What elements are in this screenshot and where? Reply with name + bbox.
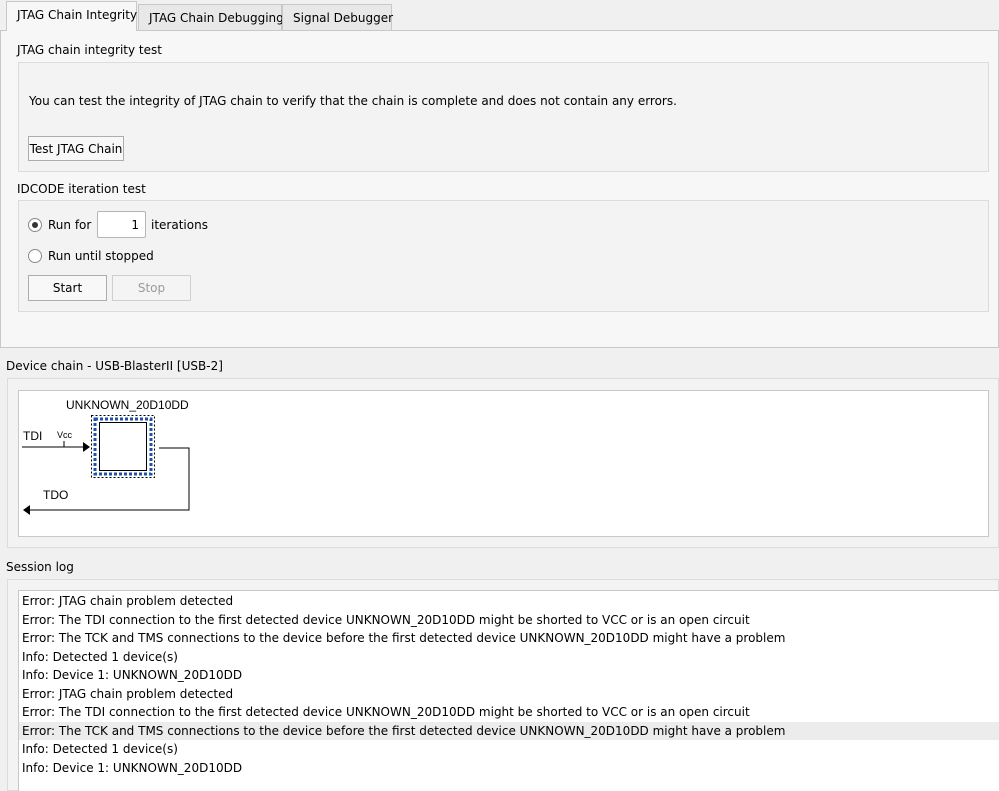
log-line[interactable]: Info: Detected 1 device(s) <box>19 740 999 759</box>
run-for-label: Run for <box>48 218 92 232</box>
log-line[interactable]: Info: Detected 1 device(s) <box>19 648 999 667</box>
session-log-list[interactable]: Error: JTAG chain problem detected Error:… <box>18 590 999 791</box>
tab-jtag-chain-integrity[interactable]: JTAG Chain Integrity <box>6 1 137 31</box>
tab-signal-debugger[interactable]: Signal Debugger <box>282 4 393 31</box>
idcode-section-title: IDCODE iteration test <box>17 182 146 196</box>
log-line[interactable]: Info: Device 1: UNKNOWN_20D10DD <box>19 759 999 778</box>
log-line[interactable]: Error: The TCK and TMS connections to th… <box>19 629 999 648</box>
chain-diagram <box>22 415 190 515</box>
run-until-stopped-label: Run until stopped <box>48 249 154 263</box>
tdi-arrow-icon <box>83 442 90 452</box>
start-button[interactable]: Start <box>28 275 107 301</box>
integrity-section-title: JTAG chain integrity test <box>17 43 162 57</box>
integrity-group <box>18 62 989 172</box>
device-chain-title: Device chain - USB-BlasterII [USB-2] <box>6 359 223 373</box>
tab-jtag-chain-debugging[interactable]: JTAG Chain Debugging <box>138 4 284 31</box>
integrity-description: You can test the integrity of JTAG chain… <box>29 94 677 108</box>
log-line[interactable]: Error: The TDI connection to the first d… <box>19 611 999 630</box>
iterations-input[interactable] <box>97 211 146 238</box>
iterations-label: iterations <box>151 218 208 232</box>
tdo-arrow-icon <box>23 505 30 515</box>
run-for-radio[interactable] <box>28 218 42 232</box>
stop-button[interactable]: Stop <box>112 275 191 301</box>
log-line[interactable]: Error: The TDI connection to the first d… <box>19 703 999 722</box>
device-chip-icon <box>99 422 147 471</box>
log-line[interactable]: Error: The TCK and TMS connections to th… <box>19 721 999 740</box>
run-until-stopped-radio[interactable] <box>28 249 42 263</box>
log-line[interactable]: Error: JTAG chain problem detected <box>19 685 999 704</box>
test-jtag-chain-button[interactable]: Test JTAG Chain <box>28 136 124 161</box>
log-line[interactable]: Error: JTAG chain problem detected <box>19 592 999 611</box>
device-chain-canvas: UNKNOWN_20D10DD TDI Vcc TDO <box>18 390 989 537</box>
session-log-title: Session log <box>6 560 74 574</box>
log-line[interactable]: Info: Device 1: UNKNOWN_20D10DD <box>19 666 999 685</box>
